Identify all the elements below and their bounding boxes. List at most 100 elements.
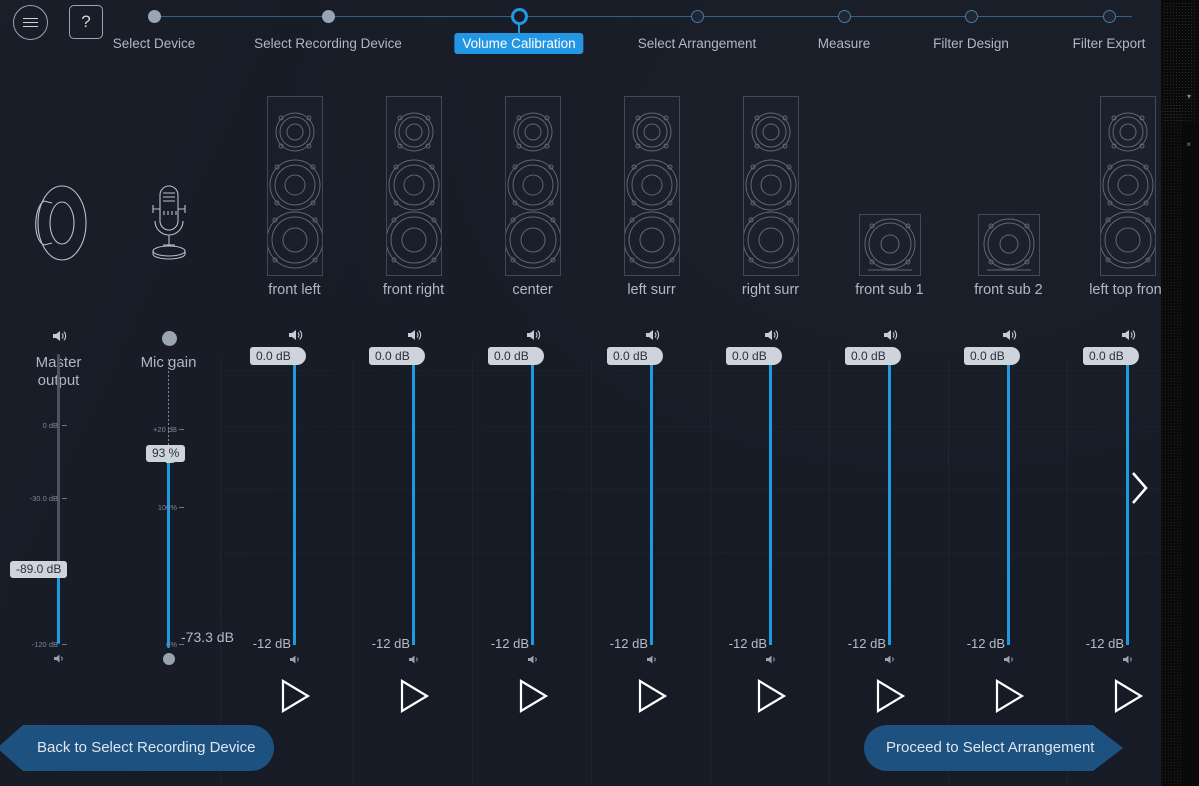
volume-calibration-screen: ? Select Device Select Recording Device … [0,0,1199,786]
hamburger-menu-button[interactable] [13,5,48,40]
hamburger-icon [23,16,38,30]
slider-fill [57,568,60,644]
channel-value: 0.0 dB [607,347,654,365]
volume-high-icon[interactable] [763,328,779,347]
channel-value: 0.0 dB [369,347,416,365]
speaker-driver-icon [28,185,90,266]
channel-slider-handle[interactable] [648,347,663,365]
desktop-background-strip: ▾ × [1161,0,1199,786]
step-label: Select Device [112,36,196,51]
channel-slider-handle[interactable] [1124,347,1139,365]
channel-slider-fill[interactable] [650,352,653,645]
proceed-button[interactable]: Proceed to Select Arrangement [864,725,1123,771]
mic-tick-mid: 100% [157,503,177,512]
speaker-tower-icon [266,96,323,276]
channel-slider-handle[interactable] [529,347,544,365]
channel-name: front sub 1 [855,282,924,298]
channel-strip-front-right: front right 0.0 dB -12 dB [354,70,473,786]
chevron-right-icon [1129,470,1151,511]
channel-name: center [512,282,553,298]
master-tick-bottom: -120 dB [31,640,58,649]
volume-low-icon[interactable] [884,652,896,670]
volume-low-icon[interactable] [1122,652,1134,670]
volume-low-icon[interactable] [646,652,658,670]
step-dot [148,10,161,23]
stepper-connector-line [154,16,1132,17]
play-button[interactable] [397,678,431,714]
microphone-icon [141,183,197,268]
channel-slider-handle[interactable] [767,347,782,365]
volume-high-icon[interactable] [1001,328,1017,347]
desktop-glyph: × [1186,140,1191,149]
tick-mark [62,425,67,426]
play-button[interactable] [516,678,550,714]
step-label: Select Recording Device [254,36,402,51]
volume-high-icon[interactable] [882,328,898,347]
volume-high-icon[interactable] [525,328,541,347]
channel-slider-fill[interactable] [1007,352,1010,645]
step-dot [691,10,704,23]
channel-slider-fill[interactable] [412,352,415,645]
play-button[interactable] [278,678,312,714]
channel-name: front sub 2 [974,282,1043,298]
mic-level-readout: -73.3 dB [181,629,234,645]
channel-slider-fill[interactable] [293,352,296,645]
master-tick-mid: -30.0 dB [29,494,58,503]
channel-slider-handle[interactable] [886,347,901,365]
scroll-next-button[interactable] [1125,465,1155,515]
knob-icon[interactable] [162,653,175,665]
tick-mark [62,644,67,645]
volume-high-icon[interactable] [644,328,660,347]
speaker-tower-icon [385,96,442,276]
step-label: Filter Design [933,36,1009,51]
tick-mark [62,498,67,499]
channel-value: 0.0 dB [964,347,1011,365]
mic-gain-column: Mic gain +20 dB 100% 0% 93 % -73.3 dB [117,70,234,786]
volume-low-icon[interactable] [408,652,420,670]
step-dot [965,10,978,23]
channel-slider-handle[interactable] [410,347,425,365]
desktop-noise [1161,104,1183,786]
channel-strip-front-sub-2: front sub 2 0.0 dB -12 dB [949,70,1068,786]
channel-strip-front-left: front left 0.0 dB -12 dB [235,70,354,786]
channel-min-label: -12 dB [728,636,767,651]
play-button[interactable] [754,678,788,714]
volume-high-icon[interactable] [406,328,422,347]
play-button[interactable] [873,678,907,714]
play-button[interactable] [992,678,1026,714]
channel-min-label: -12 dB [1085,636,1124,651]
step-dot [322,10,335,23]
channel-name: front left [268,282,321,298]
mic-tick-bottom: 0% [166,640,177,649]
volume-low-icon[interactable] [53,651,65,669]
volume-low-icon[interactable] [289,652,301,670]
channel-slider-fill[interactable] [888,352,891,645]
channel-slider-handle[interactable] [1005,347,1020,365]
calibration-content: Master output 0 dB -30.0 dB [0,70,1166,786]
desktop-glyph: ▾ [1186,92,1191,101]
channel-strip-center: center 0.0 dB -12 dB [473,70,592,786]
volume-high-icon[interactable] [1120,328,1136,347]
channel-name: left surr [627,282,676,298]
step-label: Measure [817,36,871,51]
slider-fill [167,454,170,648]
channel-slider-fill[interactable] [531,352,534,645]
master-tick-top: 0 dB [42,421,58,430]
play-button[interactable] [1111,678,1145,714]
volume-high-icon[interactable] [287,328,303,347]
speaker-tower-icon [742,96,799,276]
tick-mark [179,507,184,508]
volume-low-icon[interactable] [527,652,539,670]
play-button[interactable] [635,678,669,714]
channel-slider-handle[interactable] [291,347,306,365]
back-button[interactable]: Back to Select Recording Device [0,725,274,771]
channel-min-label: -12 dB [252,636,291,651]
proceed-button-label: Proceed to Select Arrangement [886,739,1095,756]
volume-low-icon[interactable] [765,652,777,670]
volume-low-icon[interactable] [1003,652,1015,670]
channel-name: right surr [741,282,800,298]
help-button[interactable]: ? [69,5,103,39]
knob-icon[interactable] [161,331,177,346]
channel-slider-fill[interactable] [769,352,772,645]
channel-min-label: -12 dB [609,636,648,651]
